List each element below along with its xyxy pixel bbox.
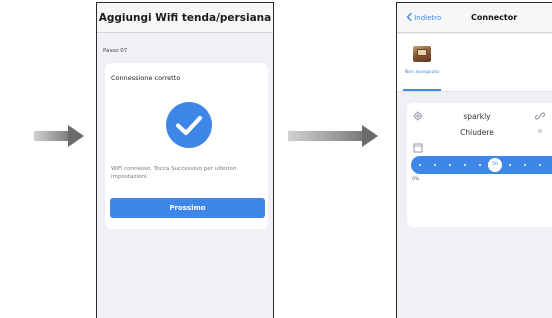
back-button[interactable]: Indietro <box>406 3 441 33</box>
action-label[interactable]: Chiudere <box>407 128 547 137</box>
page-title: Aggiungi Wifi tenda/persiana <box>97 3 273 33</box>
device-card: sparkly Chiudere ★ 50 0% <box>407 103 552 227</box>
link-icon[interactable] <box>535 111 545 121</box>
success-check-icon <box>166 102 212 148</box>
step-label: Passo 07 <box>103 48 128 54</box>
device-tab-bar: Non assegnato <box>397 34 552 92</box>
room-thumbnail[interactable] <box>413 46 431 62</box>
page-title: Connector <box>471 13 518 22</box>
slider-min-label: 0% <box>412 177 420 182</box>
chevron-left-icon <box>406 12 412 21</box>
flow-arrow-right <box>288 125 380 147</box>
device-name: sparkly <box>463 112 491 121</box>
tab-unassigned[interactable]: Non assegnato <box>402 70 442 76</box>
position-slider[interactable]: 50 <box>411 156 552 174</box>
star-icon[interactable]: ★ <box>536 127 544 137</box>
phone-connector-screen: Indietro Connector Non assegnato sparkly <box>396 2 552 318</box>
slider-dot <box>479 164 481 166</box>
slider-dot <box>449 164 451 166</box>
slider-dot <box>539 164 541 166</box>
slider-dot <box>524 164 526 166</box>
connection-card: Connessione corretto WiFi connesso. Tocc… <box>105 63 268 229</box>
slider-handle[interactable]: 50 <box>488 158 502 172</box>
phone-wifi-setup-screen: Aggiungi Wifi tenda/persiana Passo 07 Co… <box>96 2 274 318</box>
flow-arrow-left <box>34 125 84 147</box>
slider-dot <box>434 164 436 166</box>
connection-status-title: Connessione corretto <box>111 74 181 82</box>
active-tab-indicator <box>403 89 441 91</box>
connection-message: WiFi connesso. Tocca Successivo per ulte… <box>111 166 237 180</box>
next-button[interactable]: Prossimo <box>110 198 265 218</box>
slider-dot <box>509 164 511 166</box>
back-label: Indietro <box>414 14 442 22</box>
blind-icon <box>413 143 423 153</box>
slider-dot <box>464 164 466 166</box>
nav-header: Indietro Connector <box>397 3 552 33</box>
slider-dot <box>419 164 421 166</box>
